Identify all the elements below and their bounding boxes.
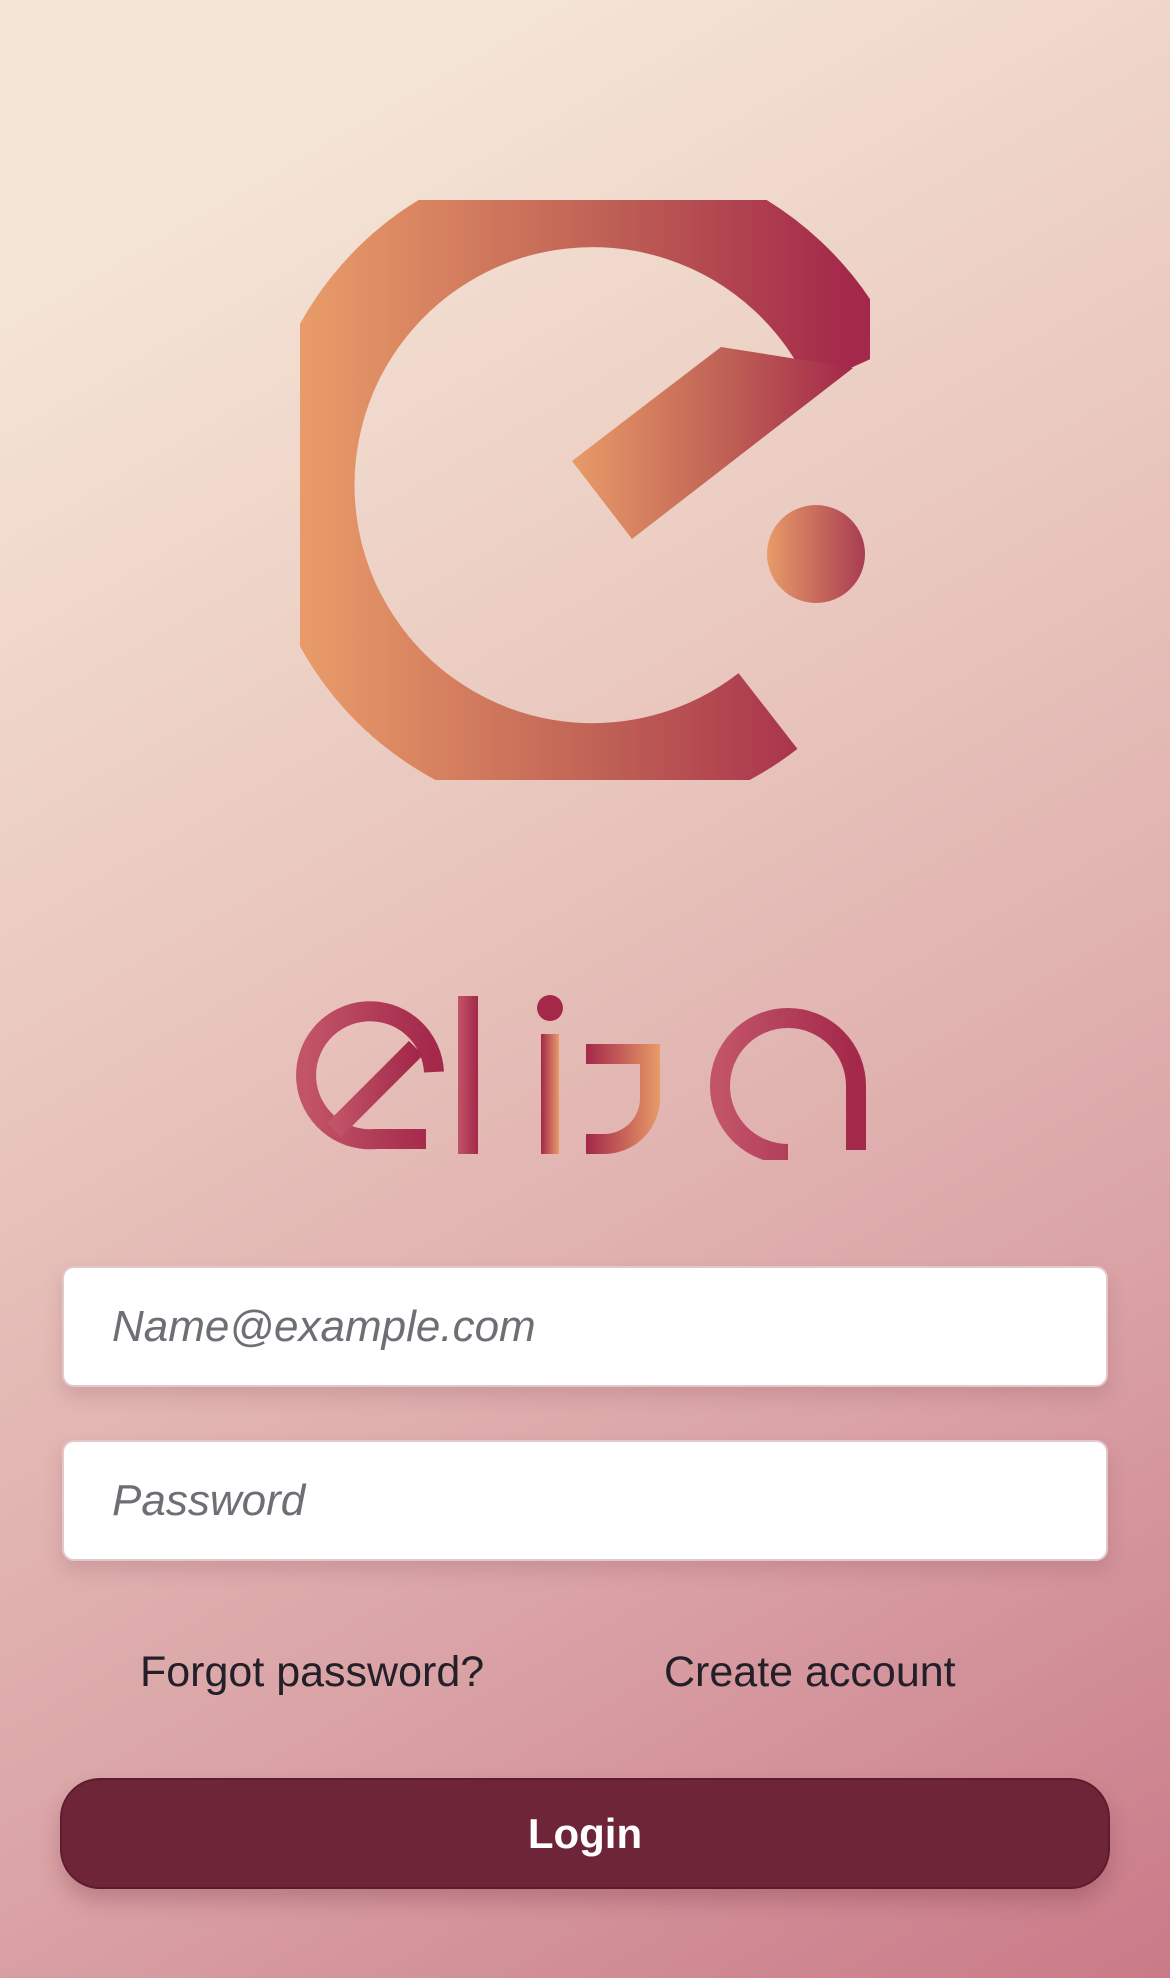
password-field[interactable] (62, 1440, 1108, 1561)
create-account-link[interactable]: Create account (664, 1648, 956, 1697)
login-button[interactable]: Login (60, 1778, 1110, 1889)
password-input[interactable] (64, 1442, 1106, 1559)
forgot-password-link[interactable]: Forgot password? (140, 1648, 484, 1697)
email-field[interactable] (62, 1266, 1108, 1387)
email-input[interactable] (64, 1268, 1106, 1385)
elija-logo-icon (300, 200, 870, 780)
elija-wordmark (296, 995, 866, 1160)
